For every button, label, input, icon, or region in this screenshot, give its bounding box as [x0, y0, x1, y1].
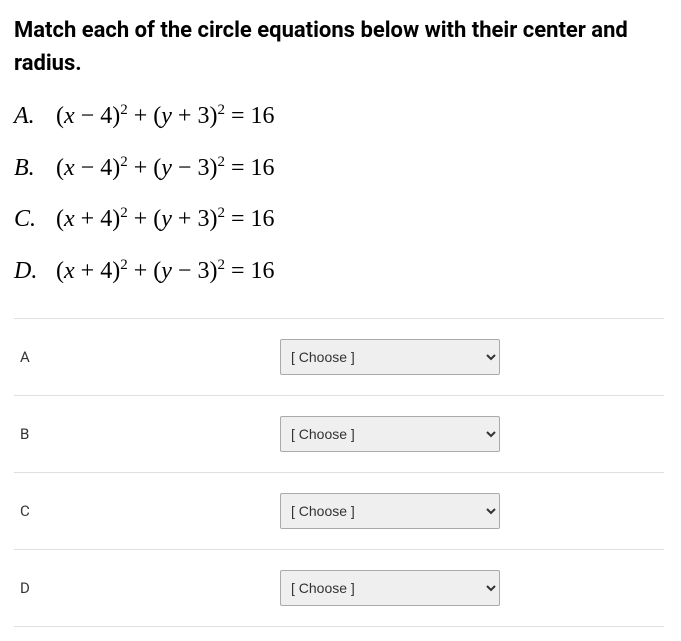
equations-block: A. (x−4)2+(y+3)2=16 B. (x−4)2+(y−3)2=16 …	[14, 100, 667, 288]
equation-label: C.	[14, 203, 50, 237]
match-select-wrap-d: [ Choose ]	[280, 570, 500, 606]
select-c[interactable]: [ Choose ]	[280, 493, 500, 529]
match-label-c: C	[20, 502, 280, 520]
match-row-b: B [ Choose ]	[14, 396, 664, 473]
equation-label: D.	[14, 255, 50, 289]
equation-b: B. (x−4)2+(y−3)2=16	[14, 152, 667, 186]
question-title: Match each of the circle equations below…	[14, 14, 667, 80]
equation-d: D. (x+4)2+(y−3)2=16	[14, 255, 667, 289]
match-row-d: D [ Choose ]	[14, 550, 664, 627]
match-label-b: B	[20, 425, 280, 443]
equation-c: C. (x+4)2+(y+3)2=16	[14, 203, 667, 237]
match-table: A [ Choose ] B [ Choose ] C [ Choose ] D…	[14, 318, 664, 627]
select-d[interactable]: [ Choose ]	[280, 570, 500, 606]
equation-label: B.	[14, 152, 50, 186]
match-select-wrap-a: [ Choose ]	[280, 339, 500, 375]
match-label-d: D	[20, 579, 280, 597]
match-row-a: A [ Choose ]	[14, 319, 664, 396]
match-select-wrap-b: [ Choose ]	[280, 416, 500, 452]
select-a[interactable]: [ Choose ]	[280, 339, 500, 375]
select-b[interactable]: [ Choose ]	[280, 416, 500, 452]
equation-a: A. (x−4)2+(y+3)2=16	[14, 100, 667, 134]
equation-label: A.	[14, 100, 50, 134]
match-row-c: C [ Choose ]	[14, 473, 664, 550]
match-label-a: A	[20, 348, 280, 366]
match-select-wrap-c: [ Choose ]	[280, 493, 500, 529]
